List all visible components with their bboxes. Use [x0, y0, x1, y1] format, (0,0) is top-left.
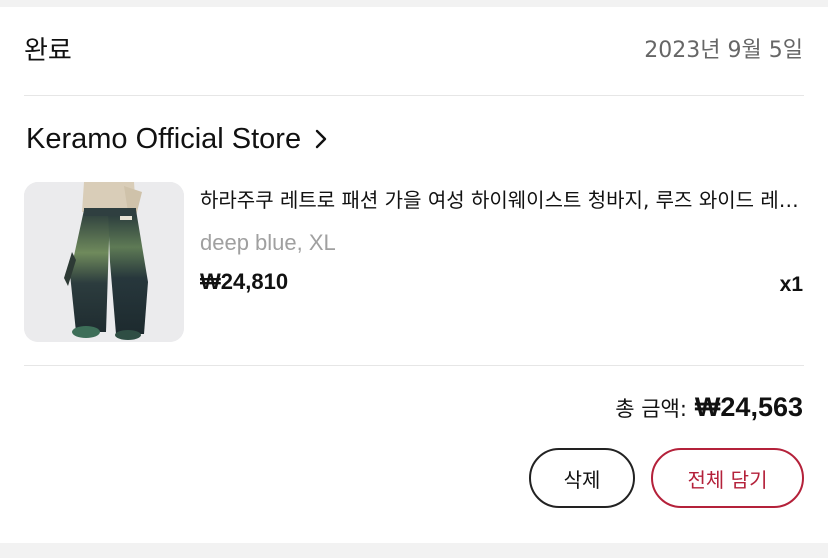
- divider: [24, 365, 804, 366]
- product-title[interactable]: 하라주쿠 레트로 패션 가을 여성 하이웨이스트 청바지, 루즈 와이드 레그 …: [200, 187, 802, 213]
- store-name: Keramo Official Store: [26, 123, 302, 155]
- product-variant: deep blue, XL: [200, 230, 336, 255]
- product-quantity: x1: [779, 273, 803, 296]
- product-photo-jeans-icon: [24, 182, 184, 342]
- delete-button[interactable]: 삭제: [529, 448, 635, 508]
- order-date: 2023년 9월 5일: [644, 38, 803, 63]
- order-total: 총 금액: ₩24,563: [615, 392, 803, 423]
- store-link[interactable]: Keramo Official Store: [26, 121, 329, 157]
- divider: [24, 95, 804, 96]
- total-label: 총 금액:: [615, 397, 687, 421]
- order-status: 완료: [24, 36, 72, 66]
- total-value: ₩24,563: [694, 392, 803, 422]
- order-card: 완료 2023년 9월 5일 Keramo Official Store 하라주…: [0, 7, 828, 543]
- product-price: ₩24,810: [200, 269, 289, 294]
- add-all-to-cart-button[interactable]: 전체 담기: [651, 448, 804, 508]
- chevron-right-icon: [315, 129, 329, 149]
- product-image[interactable]: [24, 182, 184, 342]
